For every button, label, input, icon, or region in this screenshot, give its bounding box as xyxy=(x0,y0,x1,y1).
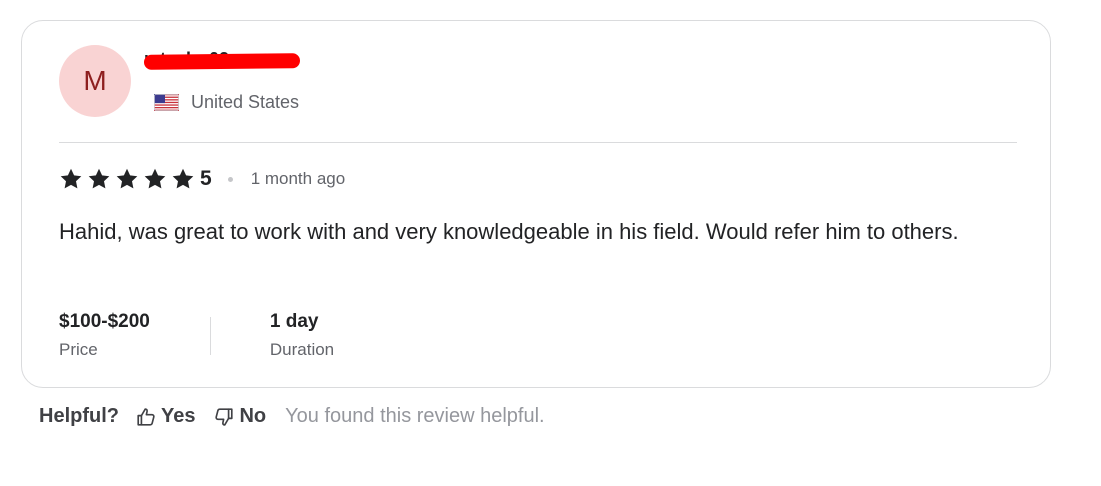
avatar-initial: M xyxy=(83,65,107,96)
header-divider xyxy=(59,142,1017,143)
username-redaction-mark xyxy=(143,53,301,70)
separator-dot xyxy=(227,176,233,182)
duration-label: Duration xyxy=(269,340,335,359)
meta-divider xyxy=(209,317,211,355)
thumbs-down-icon xyxy=(215,407,234,426)
helpful-message: You found this review helpful. xyxy=(285,405,545,427)
avatar[interactable]: M xyxy=(59,45,131,117)
helpful-row: Helpful? Yes No You found this review he… xyxy=(39,405,545,428)
helpful-label: Helpful? xyxy=(39,405,119,427)
rating-row: 5 1 month ago xyxy=(59,167,345,191)
price-label: Price xyxy=(59,340,98,359)
review-text: Hahid, was great to work with and very k… xyxy=(59,219,959,244)
reviewer-country: United States xyxy=(154,92,299,113)
thumbs-up-icon xyxy=(137,407,155,426)
country-name: United States xyxy=(191,92,300,112)
star-icon xyxy=(172,168,194,189)
star-icon xyxy=(116,168,138,189)
price-block: $100-$200 Price xyxy=(59,309,150,365)
duration-value: 1 day xyxy=(269,311,319,332)
yes-label: Yes xyxy=(161,405,196,427)
helpful-no-button[interactable]: No xyxy=(213,405,266,428)
star-icon xyxy=(60,168,82,189)
price-value: $100-$200 xyxy=(59,311,150,332)
us-flag-icon xyxy=(154,94,179,111)
review-time: 1 month ago xyxy=(250,169,346,188)
duration-block: 1 day Duration xyxy=(270,309,334,365)
review-meta: $100-$200 Price 1 day Duration xyxy=(59,309,334,365)
review-card: M mtaylor02 United States 5 1 month ago … xyxy=(21,20,1051,388)
star-icon xyxy=(144,168,166,189)
star-icon xyxy=(88,168,110,189)
star-rating xyxy=(59,167,195,191)
rating-value: 5 xyxy=(200,167,212,190)
no-label: No xyxy=(239,405,267,427)
helpful-yes-button[interactable]: Yes xyxy=(135,405,195,428)
